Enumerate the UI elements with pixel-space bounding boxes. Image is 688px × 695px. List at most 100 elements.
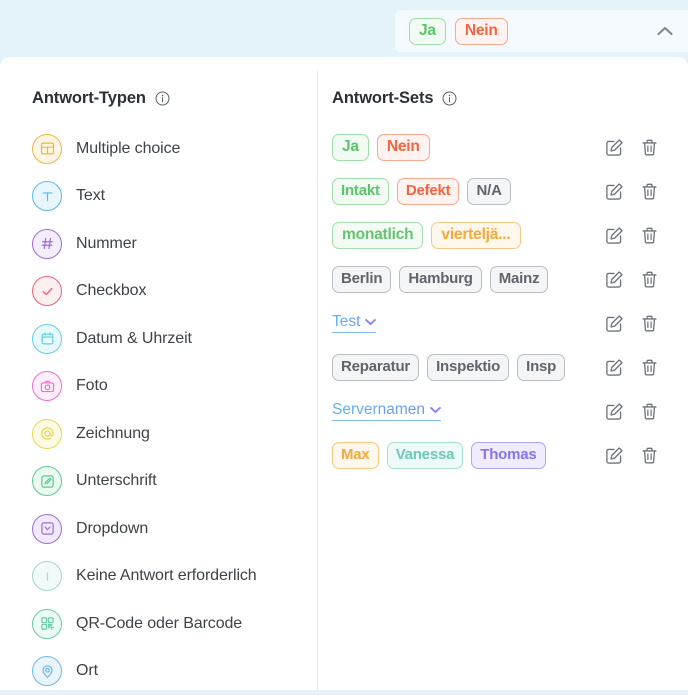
answer-type-item[interactable]: Datum & Uhrzeit — [32, 315, 317, 363]
answer-type-item[interactable]: Keine Antwort erforderlich — [32, 553, 317, 601]
answer-set-row: Berlin Hamburg Mainz — [332, 257, 688, 301]
camera-icon — [40, 379, 55, 394]
answer-set-chips: monatlich vierteljä... — [332, 222, 521, 249]
answer-set-chips: Reparatur Inspektio Insp — [332, 354, 565, 381]
calendar-icon — [32, 324, 62, 354]
trash-icon[interactable] — [640, 138, 659, 157]
at-sign-icon — [32, 419, 62, 449]
answer-type-item[interactable]: Foto — [32, 363, 317, 411]
answer-set-link[interactable]: Servernamen — [332, 401, 441, 421]
selected-answer-bar-inner: Ja Nein — [395, 10, 688, 52]
answer-chip[interactable]: Nein — [455, 18, 508, 45]
answer-type-item[interactable]: QR-Code oder Barcode — [32, 600, 317, 648]
signature-icon — [40, 474, 55, 489]
at-sign-icon — [40, 426, 55, 441]
edit-pencil-icon[interactable] — [605, 270, 624, 289]
check-icon — [40, 284, 55, 299]
signature-icon — [32, 466, 62, 496]
answer-set-row-actions — [605, 270, 659, 289]
trash-icon[interactable] — [640, 358, 659, 377]
answer-type-item[interactable]: Text — [32, 173, 317, 221]
answer-chip[interactable]: Intakt — [332, 178, 389, 205]
trash-icon[interactable] — [640, 446, 659, 465]
trash-icon[interactable] — [640, 314, 659, 333]
answer-set-row-actions — [605, 358, 659, 377]
answer-type-item[interactable]: Zeichnung — [32, 410, 317, 458]
selected-answer-chips: Ja Nein — [409, 18, 508, 45]
answer-chip[interactable]: Ja — [332, 134, 369, 161]
answer-set-chips: Berlin Hamburg Mainz — [332, 266, 548, 293]
answer-type-label: Text — [76, 187, 105, 205]
answer-type-item[interactable]: Dropdown — [32, 505, 317, 553]
info-icon[interactable] — [155, 91, 170, 106]
answer-chip[interactable]: vierteljä... — [431, 222, 520, 249]
answer-chip[interactable]: Inspektio — [427, 354, 509, 381]
answer-sets-list: Ja Nein Intakt Defekt N/A monatlich viertelj… — [332, 125, 688, 477]
answer-set-link[interactable]: Test — [332, 313, 376, 333]
trash-icon[interactable] — [640, 182, 659, 201]
answer-type-label: Keine Antwort erforderlich — [76, 567, 257, 585]
answer-types-list: Multiple choice Text Nummer Checkbox Datum … — [32, 125, 317, 695]
map-pin-icon — [40, 664, 55, 679]
answer-chip[interactable]: Reparatur — [332, 354, 419, 381]
answer-set-chips: Max Vanessa Thomas — [332, 442, 546, 469]
trash-icon[interactable] — [640, 226, 659, 245]
dropdown-icon — [32, 514, 62, 544]
answer-chip[interactable]: Nein — [377, 134, 430, 161]
answer-type-label: Unterschrift — [76, 472, 157, 490]
info-icon[interactable] — [442, 91, 457, 106]
answer-chip[interactable]: Max — [332, 442, 379, 469]
answer-set-row: Max Vanessa Thomas — [332, 433, 688, 477]
answer-chip[interactable]: Defekt — [397, 178, 460, 205]
answer-type-label: QR-Code oder Barcode — [76, 615, 242, 633]
answer-chip[interactable]: N/A — [467, 178, 510, 205]
answer-config-card: Antwort-Typen Multiple choice Text Nummer C… — [0, 57, 688, 690]
answer-set-row-actions — [605, 402, 659, 421]
chevron-up-glyph — [657, 26, 673, 36]
answer-chip[interactable]: Hamburg — [399, 266, 481, 293]
edit-pencil-icon[interactable] — [605, 314, 624, 333]
answer-chip[interactable]: Thomas — [471, 442, 545, 469]
answer-types-pane: Antwort-Typen Multiple choice Text Nummer C… — [0, 57, 317, 690]
answer-type-item[interactable]: Ort — [32, 648, 317, 695]
answer-type-item[interactable]: Checkbox — [32, 268, 317, 316]
answer-chip[interactable]: Insp — [517, 354, 565, 381]
answer-chip[interactable]: Vanessa — [387, 442, 464, 469]
edit-pencil-icon[interactable] — [605, 182, 624, 201]
answer-types-title: Antwort-Typen — [32, 89, 146, 108]
map-pin-icon — [32, 656, 62, 686]
answer-type-item[interactable]: Unterschrift — [32, 458, 317, 506]
answer-type-label: Nummer — [76, 235, 137, 253]
qr-code-icon — [32, 609, 62, 639]
chevron-up-icon[interactable] — [652, 18, 678, 44]
answer-set-row-actions — [605, 314, 659, 333]
edit-pencil-icon[interactable] — [605, 446, 624, 465]
answer-sets-pane: Antwort-Sets Ja Nein Intakt Defekt N/A mona… — [317, 57, 688, 690]
answer-type-item[interactable]: Nummer — [32, 220, 317, 268]
answer-type-label: Zeichnung — [76, 425, 150, 443]
answer-chip[interactable]: monatlich — [332, 222, 423, 249]
answer-chip[interactable]: Mainz — [490, 266, 549, 293]
answer-chip[interactable]: Ja — [409, 18, 446, 45]
answer-set-chips: Ja Nein — [332, 134, 430, 161]
trash-icon[interactable] — [640, 402, 659, 421]
chevron-down-icon — [365, 318, 376, 326]
answer-type-label: Multiple choice — [76, 140, 180, 158]
answer-chip[interactable]: Berlin — [332, 266, 391, 293]
trash-icon[interactable] — [640, 270, 659, 289]
edit-pencil-icon[interactable] — [605, 358, 624, 377]
edit-pencil-icon[interactable] — [605, 402, 624, 421]
hash-icon — [32, 229, 62, 259]
answer-set-row-actions — [605, 138, 659, 157]
answer-types-header: Antwort-Typen — [32, 89, 317, 108]
edit-pencil-icon[interactable] — [605, 138, 624, 157]
answer-set-row: monatlich vierteljä... — [332, 213, 688, 257]
answer-sets-title: Antwort-Sets — [332, 89, 433, 108]
text-t-icon — [40, 189, 55, 204]
answer-type-label: Ort — [76, 662, 98, 680]
answer-type-item[interactable]: Multiple choice — [32, 125, 317, 173]
answer-set-row: Test — [332, 301, 688, 345]
answer-set-row-actions — [605, 226, 659, 245]
edit-pencil-icon[interactable] — [605, 226, 624, 245]
qr-code-icon — [40, 616, 55, 631]
